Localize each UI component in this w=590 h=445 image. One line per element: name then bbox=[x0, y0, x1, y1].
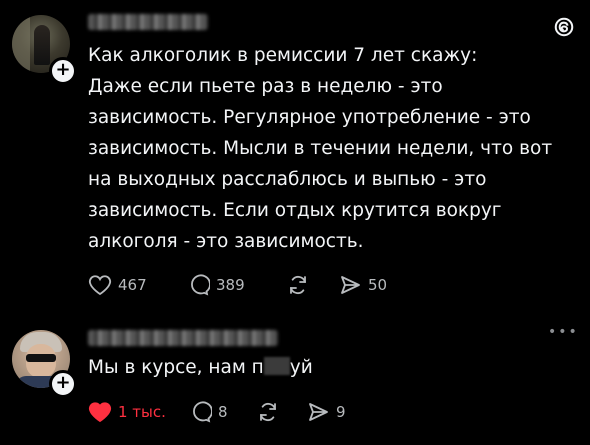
repost-button[interactable] bbox=[256, 400, 306, 424]
follow-plus-icon[interactable]: + bbox=[49, 57, 77, 85]
repost-button[interactable] bbox=[286, 273, 338, 297]
share-button[interactable]: 9 bbox=[306, 400, 346, 424]
share-icon bbox=[341, 276, 360, 294]
reply-author-username-obscured[interactable] bbox=[88, 330, 278, 346]
post-line: зависимость. Мысли в течении недели, что… bbox=[88, 138, 553, 159]
author-username-obscured[interactable] bbox=[88, 14, 208, 30]
share-icon bbox=[309, 403, 328, 421]
avatar-photo-figure bbox=[34, 25, 50, 65]
like-button[interactable]: 1 тыс. bbox=[88, 401, 188, 423]
more-icon[interactable]: ••• bbox=[548, 324, 579, 340]
like-count: 467 bbox=[118, 276, 147, 294]
post-line: Как алкоголик в ремиссии 7 лет скажу: bbox=[88, 45, 478, 66]
repost-icon bbox=[290, 275, 306, 295]
heart-icon bbox=[88, 275, 112, 296]
comment-icon bbox=[191, 274, 210, 296]
threads-logo-icon[interactable] bbox=[553, 16, 575, 38]
reply-body: Мы в курсе, нам п уй bbox=[88, 352, 578, 383]
post-body: Как алкоголик в ремиссии 7 лет скажу: Да… bbox=[88, 40, 578, 257]
post-1: + Как алкоголик в ремиссии 7 лет скажу: … bbox=[0, 0, 590, 312]
reply-actions: 1 тыс. 8 9 bbox=[88, 399, 346, 425]
like-button[interactable]: 467 bbox=[88, 274, 186, 296]
like-count: 1 тыс. bbox=[118, 403, 166, 421]
censored-word bbox=[263, 357, 290, 375]
share-button[interactable]: 50 bbox=[338, 273, 387, 297]
post-line: алкоголя - это зависимость. bbox=[88, 231, 364, 252]
comment-count: 8 bbox=[218, 403, 228, 421]
avatar-photo-sunglasses bbox=[26, 354, 56, 362]
post-line: зависимость. Регулярное употребление - э… bbox=[88, 107, 531, 128]
post-line: на выходных расслаблюсь и выпью - это bbox=[88, 169, 487, 190]
reply-text-end: уй bbox=[289, 357, 313, 378]
comment-button[interactable]: 8 bbox=[188, 400, 256, 424]
follow-plus-icon[interactable]: + bbox=[49, 370, 77, 398]
post-line: Даже если пьете раз в неделю - это bbox=[88, 76, 443, 97]
reply-text-start: Мы в курсе, нам п bbox=[88, 357, 264, 378]
heart-filled-icon bbox=[88, 402, 112, 423]
post-actions: 467 389 50 bbox=[88, 272, 387, 298]
post-line: зависимость. Если отдых крутится вокруг bbox=[88, 200, 502, 221]
comment-button[interactable]: 389 bbox=[186, 273, 286, 297]
comment-count: 389 bbox=[216, 276, 245, 294]
avatar-photo-background bbox=[12, 15, 30, 73]
comment-icon bbox=[193, 401, 212, 423]
share-count: 9 bbox=[336, 403, 346, 421]
repost-icon bbox=[260, 402, 276, 422]
share-count: 50 bbox=[368, 276, 388, 294]
